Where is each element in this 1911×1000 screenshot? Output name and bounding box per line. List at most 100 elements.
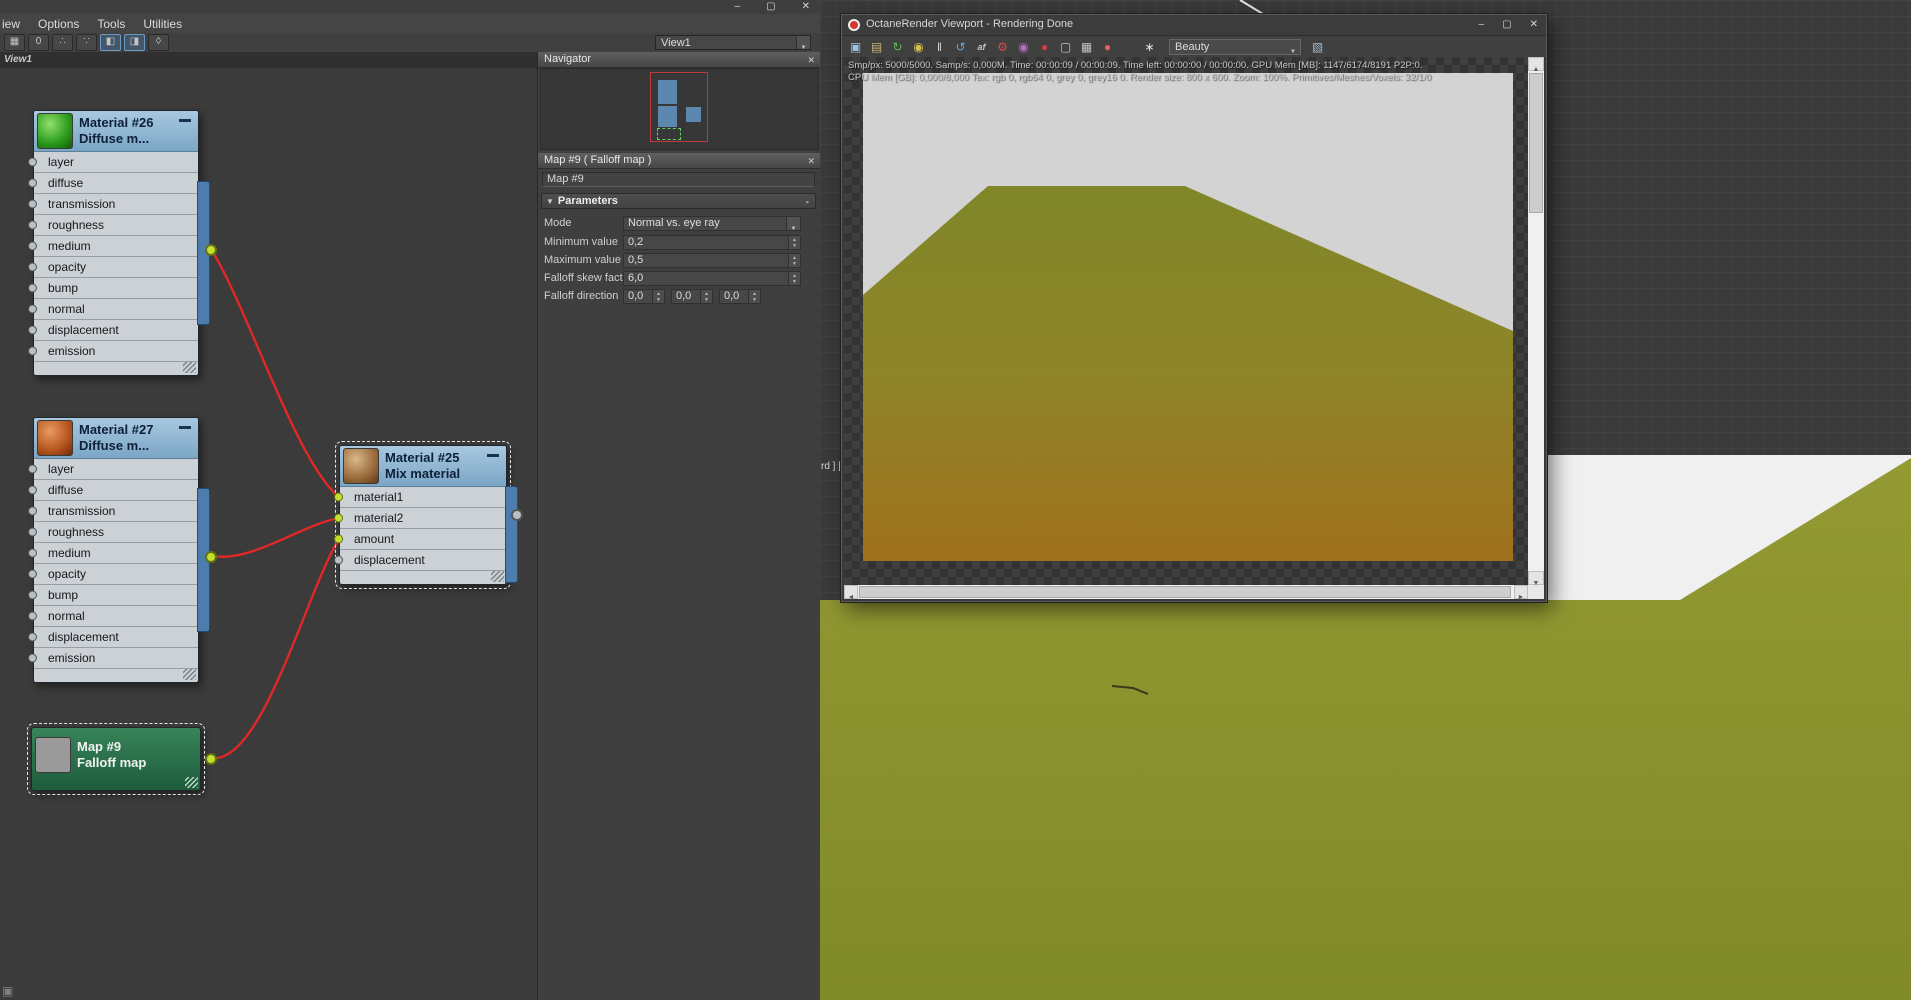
maximum-value-input[interactable]: 0,5	[623, 253, 801, 268]
input-socket[interactable]	[28, 262, 37, 272]
resize-grip[interactable]	[185, 777, 198, 788]
lock-resolution-icon[interactable]: ◉	[910, 39, 927, 55]
scroll-right-icon[interactable]	[1514, 585, 1528, 599]
slot-transmission[interactable]: transmission	[28, 501, 198, 522]
node-material-27[interactable]: Material #27 Diffuse m... layer diffuse …	[28, 417, 217, 683]
layout-children-icon[interactable]: ◨	[124, 34, 145, 51]
maximize-icon[interactable]: ▢	[766, 0, 775, 13]
output-socket[interactable]	[205, 753, 217, 765]
grid-snap-icon[interactable]: ▦	[4, 34, 25, 51]
input-socket[interactable]	[28, 220, 37, 230]
minimize-icon[interactable]: –	[1479, 18, 1485, 31]
menu-options[interactable]: Options	[38, 17, 79, 31]
slot-displacement[interactable]: displacement	[334, 550, 506, 571]
record-icon[interactable]: ●	[1099, 39, 1116, 55]
input-socket[interactable]	[28, 548, 37, 558]
output-socket[interactable]	[205, 244, 217, 256]
collapse-icon[interactable]	[179, 119, 191, 122]
spinner-icon[interactable]	[748, 290, 760, 303]
slot-opacity[interactable]: opacity	[28, 257, 198, 278]
minimize-icon[interactable]: –	[735, 0, 741, 13]
material-preview-sphere[interactable]	[37, 420, 73, 456]
slot-displacement[interactable]: displacement	[28, 627, 198, 648]
node-map-9[interactable]: Map #9 Falloff map	[27, 723, 217, 795]
slot-transmission[interactable]: transmission	[28, 194, 198, 215]
slot-material1[interactable]: material1	[334, 487, 506, 508]
input-socket[interactable]	[28, 304, 37, 314]
input-socket[interactable]	[28, 325, 37, 335]
output-socket[interactable]	[205, 551, 217, 563]
resize-grip[interactable]	[491, 571, 504, 582]
scroll-up-icon[interactable]	[1528, 57, 1544, 71]
view-dropdown[interactable]: View1	[655, 35, 811, 50]
input-socket[interactable]	[334, 492, 343, 502]
falloff-direction-y-input[interactable]: 0,0	[671, 289, 713, 304]
select-nodes-icon[interactable]: ∴	[52, 34, 73, 51]
slot-medium[interactable]: medium	[28, 236, 198, 257]
layout-all-icon[interactable]: ◧	[100, 34, 121, 51]
material-preview-sphere[interactable]	[343, 448, 379, 484]
octane-titlebar[interactable]: OctaneRender Viewport - Rendering Done –…	[842, 15, 1546, 36]
map-preview[interactable]	[35, 737, 71, 773]
slot-normal[interactable]: normal	[28, 606, 198, 627]
input-socket[interactable]	[334, 555, 343, 565]
material-preview-sphere[interactable]	[37, 113, 73, 149]
close-icon[interactable]: ✕	[802, 0, 810, 13]
slot-diffuse[interactable]: diffuse	[28, 480, 198, 501]
slot-opacity[interactable]: opacity	[28, 564, 198, 585]
pause-render-icon[interactable]: ‖	[931, 39, 948, 55]
input-socket[interactable]	[28, 632, 37, 642]
navigator-minimap[interactable]	[540, 68, 819, 150]
input-socket[interactable]	[28, 653, 37, 663]
map-panel-header[interactable]: Map #9 ( Falloff map ) ✕	[538, 153, 821, 169]
input-socket[interactable]	[28, 283, 37, 293]
slot-diffuse[interactable]: diffuse	[28, 173, 198, 194]
print-icon[interactable]: ▦	[1078, 39, 1095, 55]
spinner-icon[interactable]	[788, 272, 800, 285]
menu-tools[interactable]: Tools	[97, 17, 125, 31]
input-socket[interactable]	[28, 464, 37, 474]
slot-bump[interactable]: bump	[28, 585, 198, 606]
falloff-skew-input[interactable]: 6,0	[623, 271, 801, 286]
pan-tool-icon[interactable]: ◊	[148, 34, 169, 51]
input-socket[interactable]	[28, 506, 37, 516]
stop-render-icon[interactable]: ●	[1036, 39, 1053, 55]
input-socket[interactable]	[28, 590, 37, 600]
close-icon[interactable]: ✕	[807, 154, 815, 169]
background-image-icon[interactable]: ▧	[1309, 39, 1326, 55]
slot-layer[interactable]: layer	[28, 152, 198, 173]
parameters-rollout[interactable]: ▼ Parameters	[541, 193, 816, 209]
input-socket[interactable]	[28, 346, 37, 356]
input-socket[interactable]	[334, 534, 343, 544]
node-header[interactable]: Map #9 Falloff map	[32, 728, 200, 782]
vertical-scrollbar[interactable]	[1528, 57, 1544, 585]
render-target-icon[interactable]: ●	[1120, 39, 1137, 55]
restart-render-icon[interactable]: ↻	[889, 39, 906, 55]
close-icon[interactable]: ✕	[807, 53, 815, 68]
maximize-icon[interactable]: ▢	[1502, 18, 1511, 31]
node-material-26[interactable]: Material #26 Diffuse m... layer diffuse …	[28, 110, 217, 376]
input-socket[interactable]	[28, 241, 37, 251]
menu-view[interactable]: iew	[2, 17, 20, 31]
falloff-direction-x-input[interactable]: 0,0	[623, 289, 665, 304]
slot-displacement[interactable]: displacement	[28, 320, 198, 341]
slot-bump[interactable]: bump	[28, 278, 198, 299]
slot-emission[interactable]: emission	[28, 648, 198, 669]
falloff-direction-z-input[interactable]: 0,0	[719, 289, 761, 304]
display-settings-icon[interactable]: ▢	[1057, 39, 1074, 55]
slot-roughness[interactable]: roughness	[28, 522, 198, 543]
spinner-icon[interactable]	[700, 290, 712, 303]
map-name-input[interactable]: Map #9	[542, 172, 815, 187]
collapse-icon[interactable]	[487, 454, 499, 457]
horizontal-scroll-thumb[interactable]	[859, 586, 1511, 598]
connect-nodes-icon[interactable]: ∵	[76, 34, 97, 51]
output-bar[interactable]	[505, 486, 518, 583]
vertical-scroll-thumb[interactable]	[1529, 73, 1543, 213]
horizontal-scrollbar[interactable]	[844, 585, 1528, 599]
resize-grip[interactable]	[183, 669, 196, 680]
node-header[interactable]: Material #27 Diffuse m...	[34, 418, 198, 459]
spinner-icon[interactable]	[788, 254, 800, 267]
minimum-value-input[interactable]: 0,2	[623, 235, 801, 250]
zero-button[interactable]: 0	[28, 34, 49, 51]
octane-render-window[interactable]: OctaneRender Viewport - Rendering Done –…	[841, 14, 1547, 602]
